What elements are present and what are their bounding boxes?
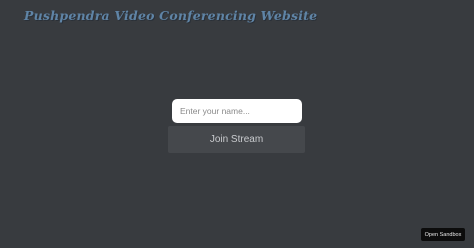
open-sandbox-button[interactable]: Open Sandbox [421, 228, 465, 241]
name-input[interactable] [172, 99, 302, 123]
join-stream-button[interactable]: Join Stream [168, 126, 305, 153]
page-title: Pushpendra Video Conferencing Website [24, 8, 318, 23]
